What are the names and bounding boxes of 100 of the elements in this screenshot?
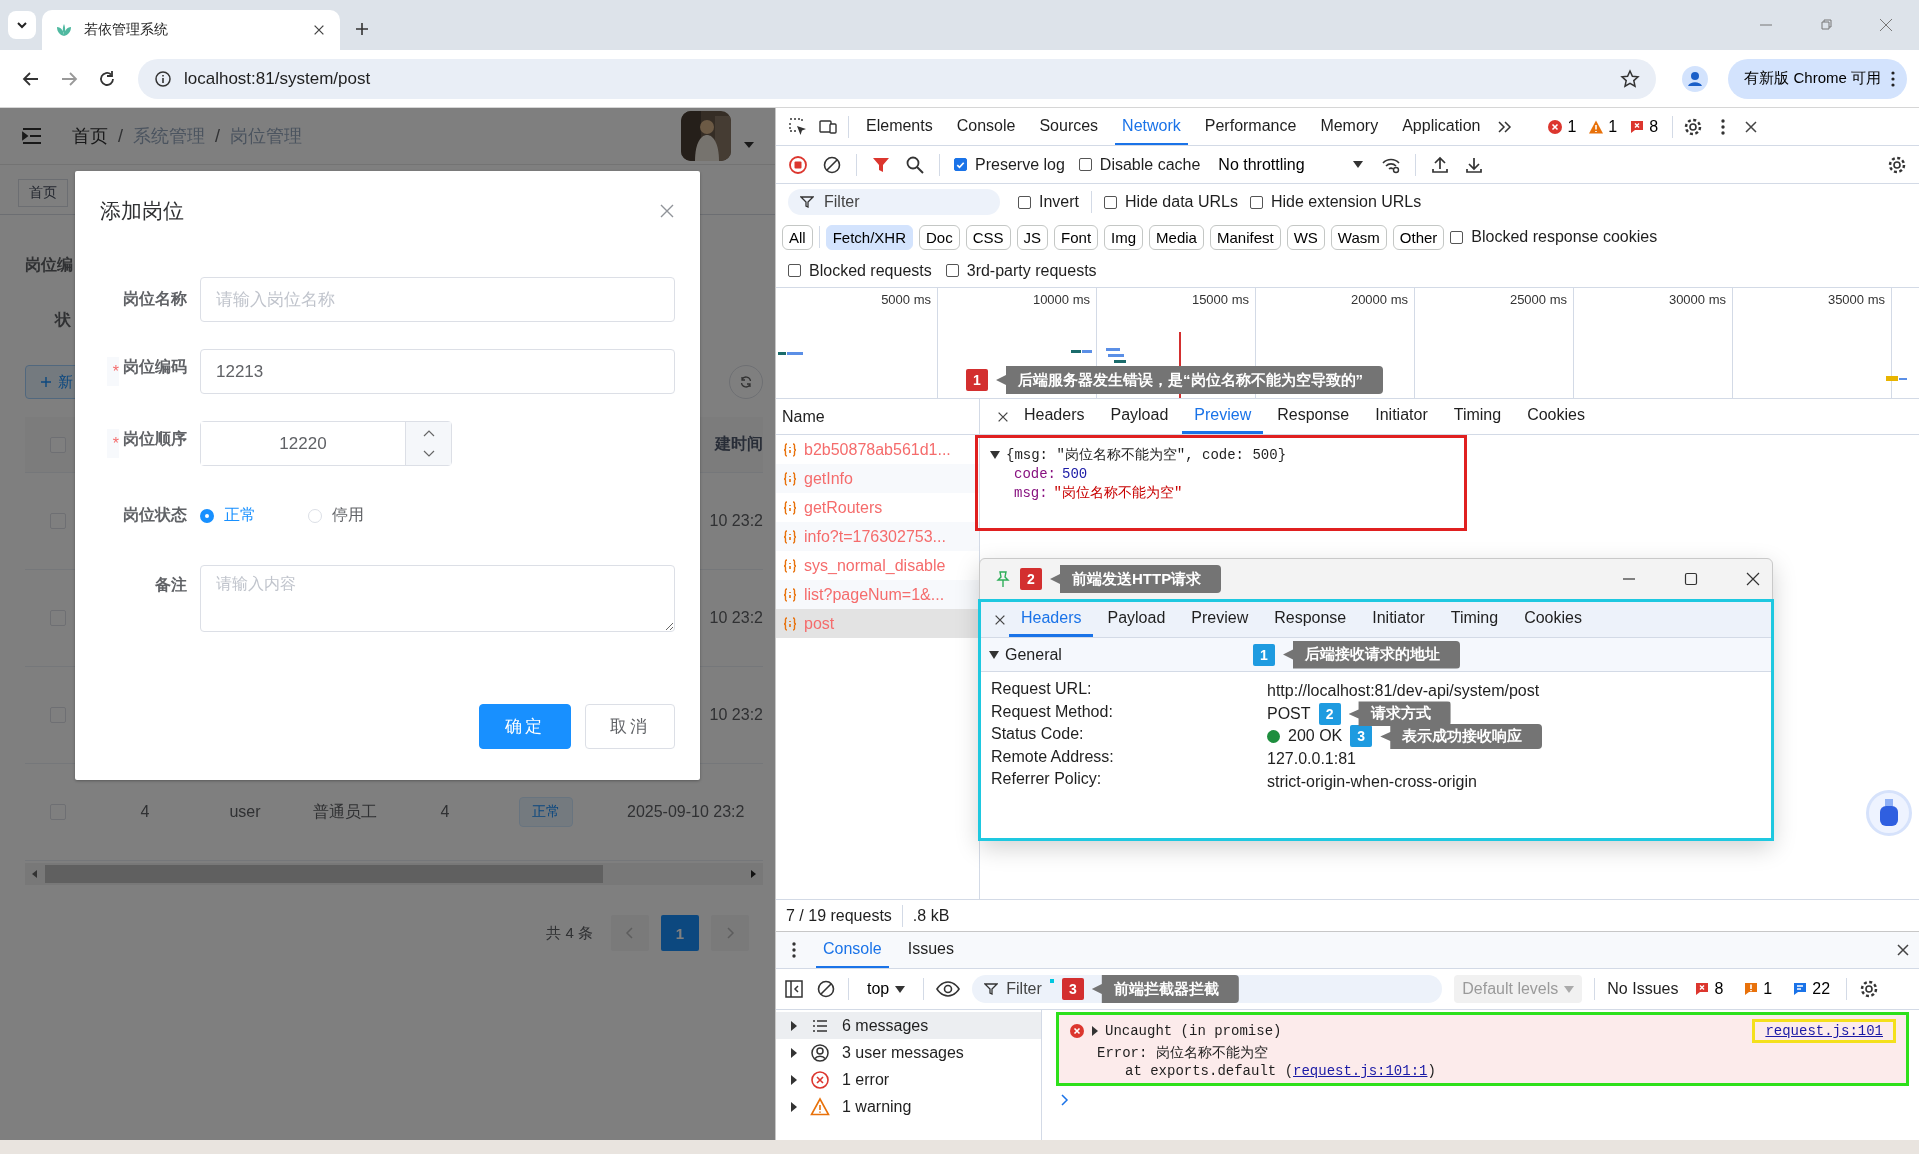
inspect-icon[interactable]	[788, 116, 808, 137]
type-filter-chip[interactable]: Wasm	[1330, 224, 1387, 250]
scroll-left-icon[interactable]	[31, 869, 39, 879]
checkbox[interactable]	[1249, 195, 1263, 209]
drawer-tab[interactable]: Issues	[900, 932, 961, 968]
collapse-icon[interactable]	[989, 650, 999, 659]
close-icon[interactable]	[1743, 118, 1760, 135]
more-tabs-icon[interactable]	[1497, 118, 1514, 135]
checkbox[interactable]	[1018, 195, 1031, 209]
checkbox[interactable]	[1104, 195, 1117, 209]
filter-field[interactable]: Filter	[788, 189, 1000, 215]
settings-icon[interactable]	[1859, 979, 1880, 999]
type-filter-chip[interactable]: CSS	[965, 224, 1011, 250]
sidebar-item[interactable]: 6 messages	[776, 1012, 1041, 1039]
assistant-button[interactable]	[1866, 790, 1912, 836]
detail-tab[interactable]: Initiator	[1363, 399, 1440, 434]
detail-tab[interactable]: Initiator	[1360, 602, 1437, 637]
prompt-chevron-icon[interactable]	[1060, 1094, 1070, 1106]
source-link[interactable]: request.js:101	[1752, 1019, 1896, 1043]
detail-tab[interactable]: Cookies	[1515, 399, 1597, 434]
decrement-icon[interactable]	[422, 450, 435, 459]
settings-icon[interactable]	[1887, 154, 1907, 175]
detail-tab[interactable]: Timing	[1441, 399, 1514, 434]
clear-icon[interactable]	[822, 154, 842, 175]
type-filter-chip[interactable]: Img	[1104, 224, 1144, 250]
type-filter-chip[interactable]: All	[782, 224, 813, 250]
close-icon[interactable]	[312, 23, 326, 37]
panel-tab[interactable]: Memory	[1313, 108, 1386, 145]
type-filter-chip[interactable]: Doc	[919, 224, 960, 250]
count-button[interactable]: 1	[1543, 117, 1581, 136]
close-icon[interactable]	[1746, 572, 1760, 586]
detail-tab[interactable]: Preview	[1179, 602, 1261, 637]
panel-tab[interactable]: Elements	[859, 108, 940, 145]
detail-tab[interactable]: Cookies	[1512, 602, 1594, 637]
textarea-field[interactable]: 请输入内容	[200, 565, 675, 632]
expand-icon[interactable]	[1091, 1026, 1099, 1036]
update-chrome-button[interactable]: 有新版 Chrome 可用	[1728, 58, 1907, 99]
expand-icon[interactable]	[790, 1074, 798, 1085]
page-tag[interactable]: 首页	[18, 179, 68, 207]
sidebar-item[interactable]: 1 warning	[776, 1093, 1041, 1120]
detail-tab[interactable]: Timing	[1438, 602, 1511, 637]
count-button[interactable]: 1	[1739, 980, 1777, 998]
checkbox[interactable]	[788, 264, 801, 277]
sidebar-icon[interactable]	[784, 979, 804, 999]
detail-tab[interactable]: Payload	[1098, 399, 1181, 434]
input-field[interactable]: 请输入岗位名称	[200, 277, 675, 322]
detail-tab[interactable]: Response	[1262, 602, 1359, 637]
checkbox[interactable]	[1078, 158, 1092, 171]
count-button[interactable]: 22	[1788, 980, 1835, 998]
panel-tab[interactable]: Network	[1115, 108, 1188, 145]
profile-icon[interactable]	[1682, 65, 1709, 92]
upload-icon[interactable]	[1429, 154, 1450, 175]
expand-icon[interactable]	[790, 1101, 798, 1112]
panel-tab[interactable]: Application	[1395, 108, 1488, 145]
throttling-dropdown[interactable]: No throttling	[1214, 155, 1367, 174]
radio-label[interactable]: 停用	[332, 505, 364, 526]
expand-icon[interactable]	[790, 1047, 798, 1058]
plus-icon[interactable]	[354, 21, 370, 37]
clear-icon[interactable]	[816, 979, 836, 999]
scroll-right-icon[interactable]	[749, 869, 757, 879]
radio-button[interactable]	[200, 508, 214, 523]
panel-tab[interactable]: Sources	[1032, 108, 1106, 145]
scrollbar[interactable]	[25, 863, 763, 885]
cancel-button[interactable]: 取消	[585, 704, 675, 749]
address-bar[interactable]: localhost:81/system/post	[138, 58, 1657, 99]
sidebar-item[interactable]: 3 user messages	[776, 1039, 1041, 1066]
close-icon[interactable]	[1895, 942, 1911, 958]
settings-icon[interactable]	[1683, 116, 1704, 137]
checkbox[interactable]	[954, 158, 967, 171]
context-dropdown[interactable]: top	[861, 979, 912, 999]
count-button[interactable]: 8	[1625, 117, 1663, 136]
input-field[interactable]: 12213	[200, 349, 675, 394]
detail-tab[interactable]: Preview	[1182, 399, 1264, 434]
detail-tab[interactable]: Headers	[1012, 399, 1097, 434]
detail-tab[interactable]: Response	[1265, 399, 1362, 434]
breadcrumb-item[interactable]: 首页	[72, 124, 108, 148]
count-button[interactable]: 8	[1690, 980, 1728, 998]
type-filter-chip[interactable]: WS	[1286, 224, 1325, 250]
stop-recording-icon[interactable]	[788, 154, 808, 175]
type-filter-chip[interactable]: Manifest	[1209, 224, 1281, 250]
number-field[interactable]: 12220	[200, 421, 452, 466]
search-icon[interactable]	[905, 154, 925, 175]
reload-icon[interactable]	[97, 68, 117, 89]
maximize-icon[interactable]	[1684, 572, 1698, 586]
tab-search-button[interactable]	[8, 11, 36, 39]
browser-tab[interactable]: 若依管理系统	[42, 10, 340, 50]
expand-icon[interactable]	[790, 1020, 798, 1031]
count-button[interactable]: 1	[1584, 117, 1622, 136]
type-filter-chip[interactable]: Other	[1392, 224, 1445, 250]
type-filter-chip[interactable]: Media	[1149, 224, 1204, 250]
checkbox[interactable]	[1450, 230, 1464, 244]
scrollbar-thumb[interactable]	[45, 865, 603, 883]
panel-tab[interactable]: Performance	[1197, 108, 1304, 145]
increment-icon[interactable]	[422, 428, 435, 437]
drawer-tab[interactable]: Console	[816, 932, 889, 968]
detail-tab[interactable]: Payload	[1095, 602, 1178, 637]
source-link[interactable]: request.js:101:1	[1293, 1063, 1428, 1079]
type-filter-chip[interactable]: JS	[1016, 224, 1049, 250]
star-icon[interactable]	[1620, 68, 1641, 89]
checkbox[interactable]	[945, 264, 959, 277]
